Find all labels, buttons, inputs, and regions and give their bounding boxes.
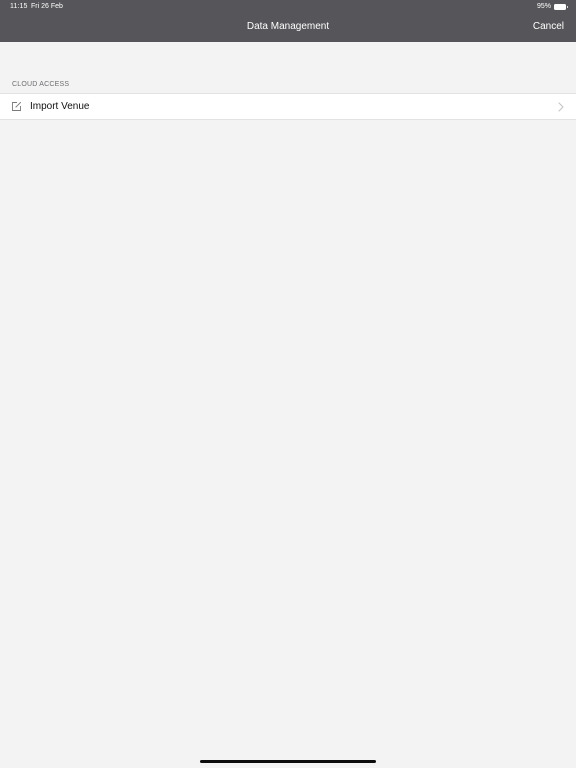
- status-date: Fri 26 Feb: [31, 3, 63, 10]
- chevron-right-icon: [558, 102, 564, 112]
- cancel-button[interactable]: Cancel: [533, 21, 564, 32]
- import-venue-row[interactable]: Import Venue: [0, 93, 576, 120]
- battery-status: 95%: [536, 3, 568, 10]
- edit-square-icon: [12, 101, 22, 111]
- import-venue-label: Import Venue: [30, 101, 90, 112]
- section-header-cloud-access: CLOUD ACCESS: [12, 81, 70, 88]
- battery-percentage: 95%: [536, 3, 551, 10]
- page-title: Data Management: [246, 21, 330, 32]
- status-time: 11:15: [10, 3, 28, 10]
- home-indicator[interactable]: [200, 760, 376, 763]
- navigation-bar: 11:15 Fri 26 Feb 95% Data Management Can…: [0, 0, 576, 42]
- data-management-screen: 11:15 Fri 26 Feb 95% Data Management Can…: [0, 0, 576, 768]
- battery-icon: [554, 3, 568, 10]
